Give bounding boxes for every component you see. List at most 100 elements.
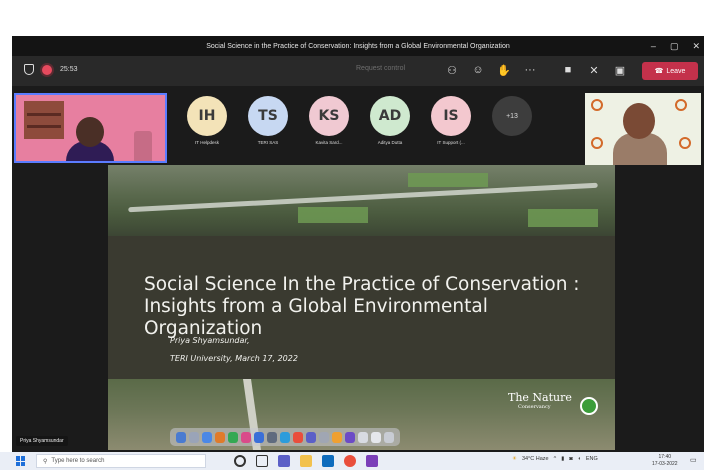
background-logo: [679, 137, 691, 149]
app-icon[interactable]: [267, 431, 277, 443]
taskbar-search[interactable]: ⚲ Type here to search: [36, 454, 206, 468]
app-icon[interactable]: [306, 431, 316, 443]
teams-window: Social Science in the Practice of Conser…: [12, 36, 704, 456]
avatar: IH: [187, 96, 227, 136]
tnc-logo: The Nature Conservancy: [508, 391, 572, 410]
chevron-up-icon[interactable]: ^: [554, 456, 557, 462]
language-indicator[interactable]: ENG: [586, 456, 598, 462]
trash-icon[interactable]: [384, 431, 394, 443]
participant-ad[interactable]: AD Aditya Dutta: [370, 96, 410, 145]
slide-title-area: Social Science In the Practice of Conser…: [108, 236, 615, 379]
cortana-icon[interactable]: [234, 455, 246, 467]
close-icon[interactable]: ✕: [692, 41, 700, 52]
shared-slide: Social Science In the Practice of Conser…: [108, 165, 615, 450]
field: [408, 173, 488, 187]
app-icon[interactable]: [293, 431, 303, 443]
participant-name: IT Support (...: [437, 140, 465, 145]
outlook-icon[interactable]: [322, 455, 334, 467]
background-logo: [675, 99, 687, 111]
shield-icon[interactable]: [24, 64, 34, 75]
request-control-button[interactable]: Request control: [356, 65, 405, 72]
app-icon[interactable]: [241, 431, 251, 443]
leave-button[interactable]: ☎ Leave: [642, 62, 698, 80]
share-icon[interactable]: ▣: [612, 61, 628, 79]
teams-icon[interactable]: [278, 455, 290, 467]
toolbar-actions: ⚇ ☺ ✋ ···: [444, 61, 538, 79]
field: [298, 207, 368, 223]
slide-title-line: Social Science In the Practice of Conser…: [144, 274, 580, 295]
minimize-icon[interactable]: –: [651, 41, 656, 51]
network-icon[interactable]: ◙: [569, 456, 572, 462]
avatar: KS: [309, 96, 349, 136]
weather-text[interactable]: 34°C Haze: [522, 456, 549, 462]
camera-icon[interactable]: ■: [560, 61, 576, 79]
self-video-tile[interactable]: [14, 93, 167, 163]
slide-author: Priya Shyamsundar,: [170, 336, 250, 345]
phone-icon: ☎: [654, 68, 664, 75]
participant-ts[interactable]: TS TERI SAS: [248, 96, 288, 145]
more-participants[interactable]: +13: [492, 96, 532, 145]
onenote-icon[interactable]: [366, 455, 378, 467]
app-icon[interactable]: [254, 431, 264, 443]
recording-icon: [42, 64, 52, 75]
volume-icon[interactable]: ◖: [578, 456, 581, 462]
app-icon[interactable]: [345, 431, 355, 443]
speaker-video-tile[interactable]: [585, 93, 701, 165]
windows-start-icon[interactable]: [16, 456, 26, 466]
person-head: [623, 103, 655, 139]
participant-is[interactable]: IS IT Support (...: [431, 96, 471, 145]
person-head: [76, 117, 104, 147]
mic-off-icon[interactable]: ✕: [586, 61, 602, 79]
mac-dock: [170, 428, 400, 446]
app-icon[interactable]: [215, 431, 225, 443]
chat-icon[interactable]: ☺: [470, 61, 486, 79]
more-participants-count: +13: [492, 96, 532, 136]
people-icon[interactable]: ⚇: [444, 61, 460, 79]
background-logo: [591, 99, 603, 111]
app-icon[interactable]: [358, 431, 368, 443]
av-controls: ■ ✕ ▣: [560, 61, 628, 79]
avatar: TS: [248, 96, 288, 136]
file-explorer-icon[interactable]: [300, 455, 312, 467]
weather-icon: ☀: [512, 456, 517, 462]
leaf-icon: [580, 397, 598, 415]
windows-taskbar: ⚲ Type here to search ☀ 34°C Haze ^ ▮ ◙ …: [0, 452, 704, 470]
notification-icon[interactable]: ▭: [690, 456, 697, 464]
app-icon[interactable]: [332, 431, 342, 443]
app-icon[interactable]: [202, 431, 212, 443]
meeting-stage: IH IT Helpdesk TS TERI SAS KS Kavita Sar…: [12, 86, 704, 456]
search-placeholder: Type here to search: [51, 458, 105, 464]
participant-ks[interactable]: KS Kavita Sard...: [309, 96, 349, 145]
slide-aerial-top: [108, 165, 615, 236]
app-icon[interactable]: [371, 431, 381, 443]
clock-date: 17-03-2022: [652, 461, 678, 467]
taskbar-apps: [234, 455, 378, 467]
app-icon[interactable]: [228, 431, 238, 443]
self-name-tag: Priya Shyamsundar: [16, 436, 68, 446]
app-icon[interactable]: [176, 431, 186, 443]
participant-name: Aditya Dutta: [377, 140, 403, 145]
search-icon: ⚲: [43, 458, 48, 465]
reactions-icon[interactable]: ✋: [496, 61, 512, 79]
leave-label: Leave: [666, 67, 686, 75]
avatar: AD: [370, 96, 410, 136]
clock-time: 17:40: [658, 454, 672, 460]
participant-ih[interactable]: IH IT Helpdesk: [187, 96, 227, 145]
logo-main: The Nature: [508, 391, 572, 404]
more-icon[interactable]: ···: [522, 61, 538, 79]
app-icon[interactable]: [189, 431, 199, 443]
avatar: IS: [431, 96, 471, 136]
meeting-info: 25:53: [24, 64, 78, 75]
app-icon[interactable]: [280, 431, 290, 443]
slide-title-line: Insights from a Global Environmental Org…: [144, 296, 488, 339]
app-icon[interactable]: [319, 431, 329, 443]
slide-venue-date: TERI University, March 17, 2022: [170, 354, 298, 363]
system-clock[interactable]: 17:40 17-03-2022: [652, 454, 678, 468]
chrome-icon[interactable]: [344, 455, 356, 467]
battery-icon[interactable]: ▮: [561, 456, 564, 462]
system-tray: ☀ 34°C Haze ^ ▮ ◙ ◖ ENG: [512, 456, 598, 462]
task-view-icon[interactable]: [256, 455, 268, 467]
slide-title: Social Science In the Practice of Conser…: [144, 274, 604, 340]
maximize-icon[interactable]: ▢: [670, 41, 679, 52]
participant-name: TERI SAS: [257, 140, 279, 145]
